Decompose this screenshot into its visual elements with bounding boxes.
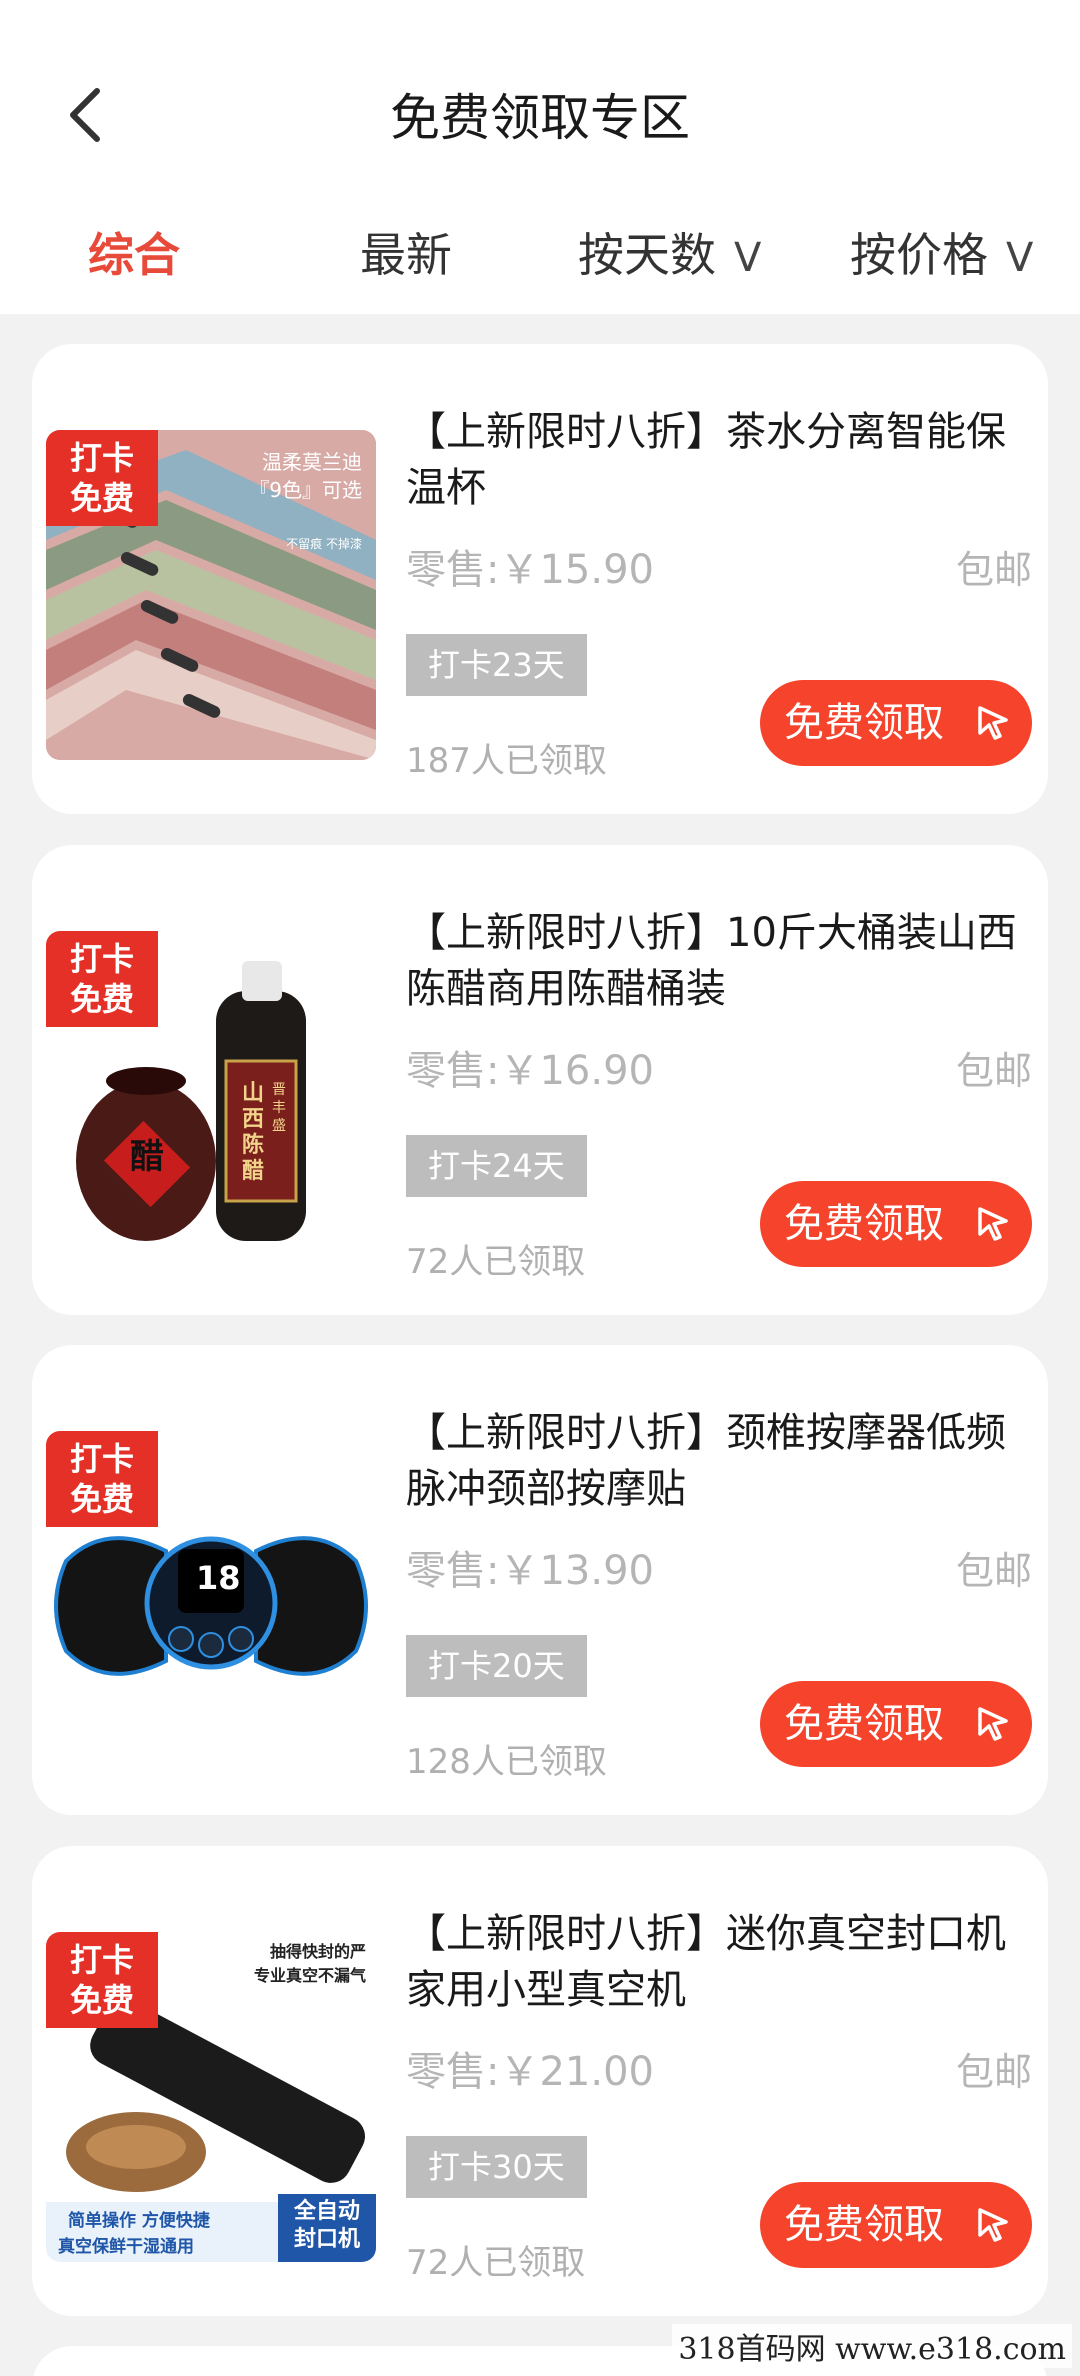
watermark: 318首码网 www.e318.com [672, 2324, 1072, 2368]
claim-free-button[interactable]: 免费领取 [760, 680, 1032, 766]
image-caption: 山西陈醋 [242, 1081, 265, 1184]
product-card[interactable]: 18 打卡 免费 【上新限时八折】颈椎按摩器低频脉冲颈部按摩贴 零售:￥13.90… [32, 1345, 1048, 1815]
free-shipping-label: 包邮 [955, 548, 1032, 592]
product-title: 【上新限时八折】10斤大桶装山西陈醋商用陈醋桶装 [406, 910, 1017, 1012]
image-caption: 醋 [130, 1137, 164, 1177]
claim-free-button[interactable]: 免费领取 [760, 2182, 1032, 2268]
page-title: 免费领取专区 [390, 89, 690, 147]
hand-pointer-icon [978, 1207, 1008, 1241]
image-caption: 温柔莫兰迪 『9色』可选 不留痕 不掉漆 [249, 450, 362, 551]
checkin-days-badge: 打卡20天 [406, 1635, 587, 1697]
tab-by-days[interactable]: 按天数 V [578, 210, 761, 300]
image-caption: 全自动 封口机 [293, 2199, 360, 2252]
tab-by-price[interactable]: 按价格 V [850, 210, 1033, 300]
product-title: 【上新限时八折】迷你真空封口机家用小型真空机 [406, 1911, 1006, 2013]
hand-pointer-icon [978, 1707, 1008, 1741]
tab-label: 按天数 [578, 228, 716, 282]
button-label: 免费领取 [784, 1701, 944, 1747]
retail-price: 零售:￥15.90 [406, 547, 654, 593]
claim-free-button[interactable]: 免费领取 [760, 1681, 1032, 1767]
button-label: 免费领取 [784, 1201, 944, 1247]
claim-free-button[interactable]: 免费领取 [760, 1181, 1032, 1267]
claimed-count: 72人已领取 [406, 2243, 586, 2283]
claimed-count: 187人已领取 [406, 741, 607, 781]
product-image: 抽得快封的严 专业真空不漏气 简单操作 方便快捷 真空保鲜干湿通用 全自动 封口… [46, 1932, 376, 2262]
free-shipping-label: 包邮 [955, 1049, 1032, 1093]
checkin-days-badge: 打卡23天 [406, 634, 587, 696]
checkin-days-badge: 打卡24天 [406, 1135, 587, 1197]
hand-pointer-icon [978, 706, 1008, 740]
checkin-free-ribbon: 打卡 免费 [46, 1932, 158, 2028]
tab-label: 最新 [360, 228, 452, 282]
checkin-free-ribbon: 打卡 免费 [46, 1431, 158, 1527]
checkin-free-ribbon: 打卡 免费 [46, 430, 158, 526]
tab-newest[interactable]: 最新 [360, 210, 452, 300]
retail-price: 零售:￥21.00 [406, 2049, 654, 2095]
image-caption: 18 [196, 1559, 241, 1597]
product-image: 温柔莫兰迪 『9色』可选 不留痕 不掉漆 打卡 免费 [46, 430, 376, 760]
caret-down-icon: V [1006, 235, 1034, 281]
free-shipping-label: 包邮 [955, 1549, 1032, 1593]
button-label: 免费领取 [784, 2202, 944, 2248]
claimed-count: 72人已领取 [406, 1242, 586, 1282]
checkin-free-ribbon: 打卡 免费 [46, 931, 158, 1027]
image-caption: 简单操作 方便快捷 [68, 2211, 210, 2231]
checkin-days-badge: 打卡30天 [406, 2136, 587, 2198]
retail-price: 零售:￥16.90 [406, 1048, 654, 1094]
image-caption: 抽得快封的严 专业真空不漏气 [253, 1942, 366, 1985]
product-title: 【上新限时八折】颈椎按摩器低频脉冲颈部按摩贴 [406, 1410, 1006, 1512]
product-image: 18 打卡 免费 [46, 1431, 376, 1761]
tab-comprehensive[interactable]: 综合 [88, 210, 180, 300]
top-bar: 免费领取专区 综合 最新 按天数 V 按价格 V [0, 0, 1080, 314]
caret-down-icon: V [734, 235, 762, 281]
claimed-count: 128人已领取 [406, 1742, 607, 1782]
tab-label: 按价格 [850, 228, 988, 282]
product-title: 【上新限时八折】茶水分离智能保温杯 [406, 409, 1006, 511]
free-shipping-label: 包邮 [955, 2050, 1032, 2094]
hand-pointer-icon [978, 2208, 1008, 2242]
sort-tabs: 综合 最新 按天数 V 按价格 V [0, 210, 1080, 300]
button-label: 免费领取 [784, 700, 944, 746]
retail-price: 零售:￥13.90 [406, 1548, 654, 1594]
image-caption: 真空保鲜干湿通用 [58, 2237, 194, 2257]
image-caption: 晋丰盛 [272, 1082, 286, 1134]
product-card[interactable]: 抽得快封的严 专业真空不漏气 简单操作 方便快捷 真空保鲜干湿通用 全自动 封口… [32, 1846, 1048, 2316]
product-image: 醋 山西陈醋 晋丰盛 打卡 免费 [46, 931, 376, 1261]
product-card[interactable]: 温柔莫兰迪 『9色』可选 不留痕 不掉漆 打卡 免费 【上新限时八折】茶水分离智能… [32, 344, 1048, 814]
product-card[interactable]: 醋 山西陈醋 晋丰盛 打卡 免费 【上新限时八折】10斤大桶装山西陈醋商用陈醋桶装… [32, 845, 1048, 1315]
tab-label: 综合 [88, 228, 180, 282]
